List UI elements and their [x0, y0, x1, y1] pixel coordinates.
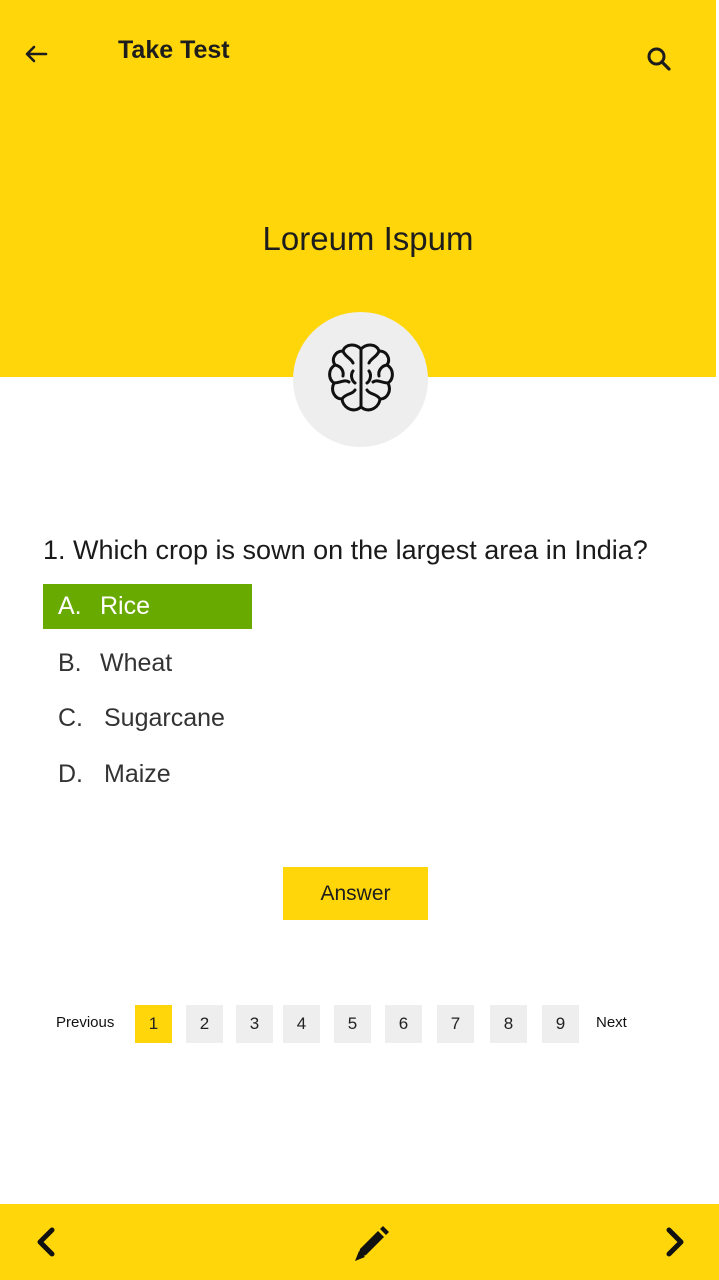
bottom-next-button[interactable]	[653, 1220, 697, 1264]
option-d[interactable]: D. Maize	[43, 752, 171, 797]
pagination-next[interactable]: Next	[596, 1014, 627, 1031]
chevron-left-icon	[37, 1227, 55, 1257]
option-letter: A.	[58, 592, 82, 620]
brain-badge	[293, 312, 428, 447]
option-text: Rice	[100, 592, 151, 620]
question-text: 1. Which crop is sown on the largest are…	[43, 535, 648, 565]
page-button-3[interactable]: 3	[236, 1005, 273, 1043]
back-button[interactable]	[18, 36, 54, 72]
chevron-right-icon	[666, 1227, 684, 1257]
bottom-edit-button[interactable]	[348, 1220, 392, 1264]
page-button-1[interactable]: 1	[135, 1005, 172, 1043]
option-letter: B.	[58, 649, 82, 677]
option-a[interactable]: A. Rice	[43, 584, 252, 629]
search-button[interactable]	[640, 40, 678, 78]
brain-icon	[327, 343, 394, 411]
answer-button[interactable]: Answer	[283, 867, 428, 920]
option-text: Sugarcane	[104, 704, 225, 732]
option-text: Wheat	[100, 649, 173, 677]
pencil-icon	[355, 1226, 389, 1261]
hero-title: Loreum Ispum	[262, 220, 474, 257]
page-button-2[interactable]: 2	[186, 1005, 223, 1043]
page-button-6[interactable]: 6	[385, 1005, 422, 1043]
option-b[interactable]: B. Wheat	[43, 641, 172, 686]
arrow-left-icon	[25, 45, 48, 63]
option-c[interactable]: C. Sugarcane	[43, 696, 225, 741]
page-button-9[interactable]: 9	[542, 1005, 579, 1043]
page-button-5[interactable]: 5	[334, 1005, 371, 1043]
bottom-previous-button[interactable]	[24, 1220, 68, 1264]
page-button-8[interactable]: 8	[490, 1005, 527, 1043]
search-icon	[647, 47, 671, 71]
option-letter: D.	[58, 760, 83, 788]
option-text: Maize	[104, 760, 171, 788]
pagination-previous[interactable]: Previous	[56, 1014, 114, 1031]
page-button-7[interactable]: 7	[437, 1005, 474, 1043]
page-title: Take Test	[118, 36, 230, 64]
page-button-4[interactable]: 4	[283, 1005, 320, 1043]
option-letter: C.	[58, 704, 83, 732]
